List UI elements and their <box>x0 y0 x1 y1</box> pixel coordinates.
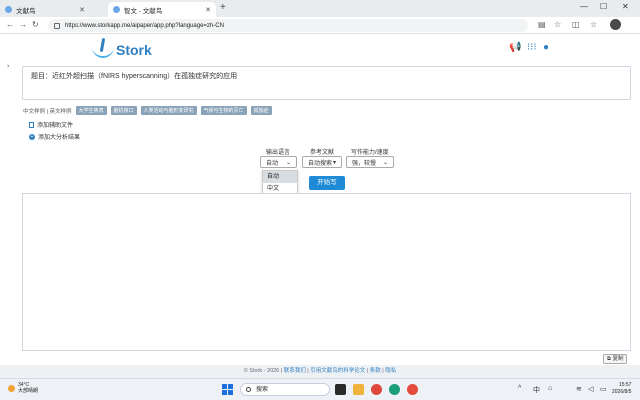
reload-icon[interactable]: ↻ <box>32 20 39 29</box>
output-language-value: 自动 <box>266 160 279 167</box>
tab-label: 智文 - 文献鸟 <box>124 7 163 15</box>
favorite-star-icon[interactable]: ☆ <box>554 20 561 29</box>
example-tag[interactable]: 脑机接口 <box>110 106 137 115</box>
tray-overflow-icon[interactable]: ^ <box>518 385 521 392</box>
ime-icon[interactable]: ⌂ <box>548 385 552 392</box>
volume-icon[interactable]: ◁ <box>588 385 593 393</box>
citing-papers-link[interactable]: 引用文献鸟的科学论文 <box>310 368 365 374</box>
stork-logo-icon <box>92 46 114 58</box>
battery-icon[interactable]: ▭ <box>600 385 607 393</box>
search-placeholder: 搜索 <box>256 387 269 393</box>
url-bar[interactable]: https://www.storkapp.me/aipaper/app.php?… <box>48 19 528 32</box>
file-icon <box>29 121 34 128</box>
output-language-label: 输出语言 <box>266 150 291 156</box>
example-tag[interactable]: 大学生焦虑 <box>75 106 107 115</box>
minimize-icon[interactable]: — <box>580 2 588 11</box>
example-tag[interactable]: 孤独症 <box>250 106 272 115</box>
window-close-icon[interactable]: ✕ <box>622 2 629 11</box>
back-icon[interactable]: ← <box>6 20 14 29</box>
privacy-link[interactable]: 隐私 <box>385 368 396 374</box>
chevron-down-icon: ⌄ <box>285 159 291 166</box>
system-clock[interactable]: 15:57 2026/8/5 <box>612 382 631 396</box>
stork-logo[interactable]: Stork <box>92 42 152 58</box>
references-value: 自动搜索 <box>308 160 333 167</box>
reader-icon[interactable]: ▤ <box>538 20 546 29</box>
sun-icon <box>8 384 15 392</box>
file-explorer-icon[interactable] <box>353 384 364 395</box>
split-screen-icon[interactable]: ◫ <box>572 20 580 29</box>
terms-link[interactable]: 条款 <box>370 368 381 374</box>
collections-icon[interactable]: ☆ <box>590 20 597 29</box>
browser-tab-2[interactable]: 智文 - 文献鸟 ✕ <box>108 2 216 17</box>
wifi-icon[interactable]: ≋ <box>576 385 582 393</box>
example-tag[interactable]: 人类活动与脑形变研究 <box>140 106 197 115</box>
example-tags: 中文样例 | 英文样例 大学生焦虑 脑机接口 人类活动与脑形变研究 气候与生物的… <box>23 106 272 115</box>
stork-favicon-icon <box>113 6 120 13</box>
references-label: 参考文献 <box>310 150 335 156</box>
clock-time: 15:57 <box>618 382 632 388</box>
copy-icon: ⧉ <box>607 356 611 362</box>
add-aux-file-link[interactable]: 添加辅助文件 <box>29 120 73 129</box>
search-icon <box>246 387 251 392</box>
plus-circle-icon: + <box>29 133 35 140</box>
browser-tab-strip: 文献鸟 ✕ 智文 - 文献鸟 ✕ + — ☐ ✕ <box>0 0 640 17</box>
user-icon[interactable]: ● <box>543 42 549 53</box>
copyright-text: © Stork - 2026 | <box>243 368 283 374</box>
browser-tab-1[interactable]: 文献鸟 ✕ <box>0 2 90 17</box>
megaphone-icon[interactable]: 📢 <box>509 42 521 53</box>
stork-page: › Stork 📢 ⁝⁝⁝ ● 题目：近红外超扫描（fNIRS hypersca… <box>0 34 640 378</box>
add-analysis-label: 添加大分析结果 <box>38 135 81 141</box>
contact-link[interactable]: 联系我们 <box>284 368 306 374</box>
writing-speed-label: 写作能力/速度 <box>351 150 389 156</box>
windows-start-icon[interactable] <box>222 384 233 395</box>
add-analysis-link[interactable]: + 添加大分析结果 <box>29 132 80 141</box>
forward-icon[interactable]: → <box>19 20 27 29</box>
tab-label: 文献鸟 <box>16 7 36 15</box>
writing-speed-select[interactable]: 强，较慢 ⌄ <box>346 156 394 168</box>
new-tab-icon[interactable]: + <box>220 2 226 13</box>
example-tag[interactable]: 气候与生物的灭亡 <box>200 106 247 115</box>
start-writing-button[interactable]: 开始写 <box>309 176 345 190</box>
copy-label: 复制 <box>612 356 624 362</box>
copy-button[interactable]: ⧉ 复制 <box>603 354 628 364</box>
ime-mode[interactable]: 中 <box>533 385 540 395</box>
close-tab-icon[interactable]: ✕ <box>205 6 211 14</box>
add-aux-file-label: 添加辅助文件 <box>37 123 74 129</box>
weather-text: 大部晴朗 <box>18 388 39 394</box>
chevron-down-icon: ▾ <box>332 159 336 166</box>
chrome-icon[interactable] <box>407 384 418 395</box>
references-select[interactable]: 自动搜索 ▾ <box>302 156 342 168</box>
apps-grid-icon[interactable]: ⁝⁝⁝ <box>527 42 537 53</box>
profile-avatar[interactable] <box>610 19 621 30</box>
paper-title-input[interactable]: 题目：近红外超扫描（fNIRS hyperscanning）在孤独症研究的应用 <box>22 66 631 100</box>
address-toolbar: ← → ↻ https://www.storkapp.me/aipaper/ap… <box>0 17 640 34</box>
task-view-icon[interactable] <box>335 384 346 395</box>
maximize-icon[interactable]: ☐ <box>600 2 607 11</box>
sidebar-expand-icon[interactable]: › <box>7 63 9 70</box>
writing-speed-value: 强，较慢 <box>352 160 377 167</box>
windows-taskbar: 34°C 大部晴朗 搜索 ^ 中 ⌂ ≋ ◁ ▭ 15:57 2026/8/5 <box>0 378 640 400</box>
taskbar-search[interactable]: 搜索 <box>240 383 330 396</box>
chevron-down-icon: ⌄ <box>382 159 388 166</box>
url-text: https://www.storkapp.me/aipaper/app.php?… <box>65 22 224 29</box>
output-language-select[interactable]: 自动 ⌄ <box>260 156 297 168</box>
clock-date: 2026/8/5 <box>612 389 632 395</box>
lock-icon <box>54 22 60 29</box>
dropdown-option[interactable]: 自动 <box>263 171 297 183</box>
stork-favicon-icon <box>5 6 12 13</box>
page-footer: © Stork - 2026 | 联系我们 | 引用文献鸟的科学论文 | 条款 … <box>0 365 640 378</box>
paper-title-text: 题目：近红外超扫描（fNIRS hyperscanning）在孤独症研究的应用 <box>31 73 238 80</box>
edge-browser-icon[interactable] <box>389 384 400 395</box>
output-editor[interactable] <box>22 193 631 351</box>
example-language-toggle[interactable]: 中文样例 | 英文样例 <box>23 107 72 115</box>
close-tab-icon[interactable]: ✕ <box>79 6 85 14</box>
logo-text: Stork <box>116 42 152 58</box>
weather-widget[interactable]: 34°C 大部晴朗 <box>8 382 38 394</box>
app-icon[interactable] <box>371 384 382 395</box>
